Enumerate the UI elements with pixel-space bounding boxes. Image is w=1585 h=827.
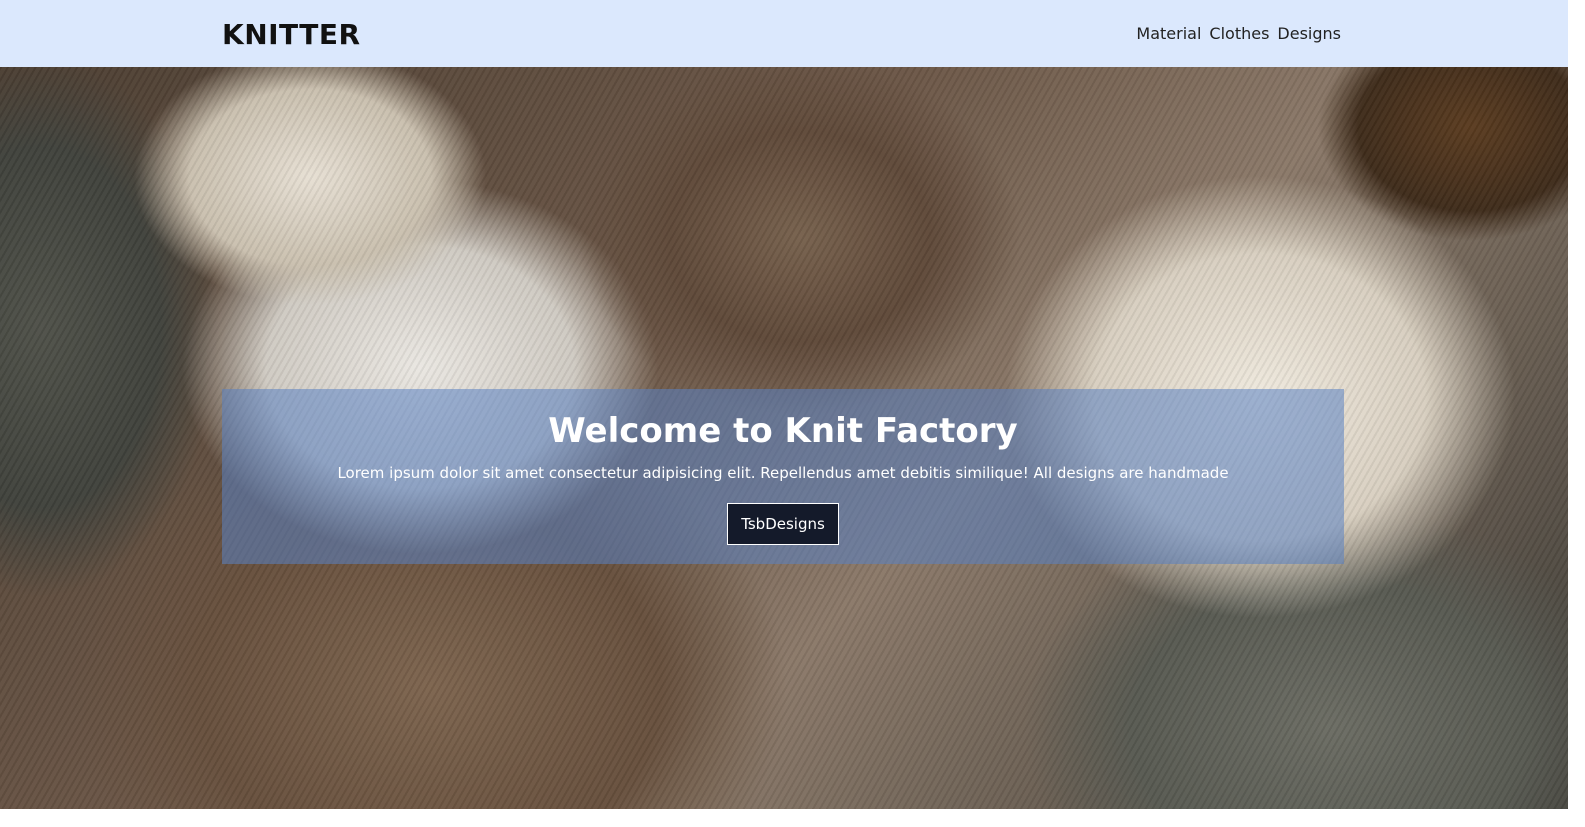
banner-description: Lorem ipsum dolor sit amet consectetur a… bbox=[337, 464, 1229, 482]
nav-link-designs[interactable]: Designs bbox=[1277, 24, 1341, 43]
tsbdesigns-button[interactable]: TsbDesigns bbox=[727, 503, 839, 545]
nav-link-material[interactable]: Material bbox=[1136, 24, 1201, 43]
welcome-banner: Welcome to Knit Factory Lorem ipsum dolo… bbox=[222, 389, 1344, 564]
site-header: KNITTER Material Clothes Designs bbox=[0, 0, 1568, 67]
banner-title: Welcome to Knit Factory bbox=[548, 411, 1018, 451]
nav-link-clothes[interactable]: Clothes bbox=[1209, 24, 1269, 43]
main-nav: Material Clothes Designs bbox=[1136, 24, 1341, 43]
site-logo[interactable]: KNITTER bbox=[222, 18, 361, 51]
